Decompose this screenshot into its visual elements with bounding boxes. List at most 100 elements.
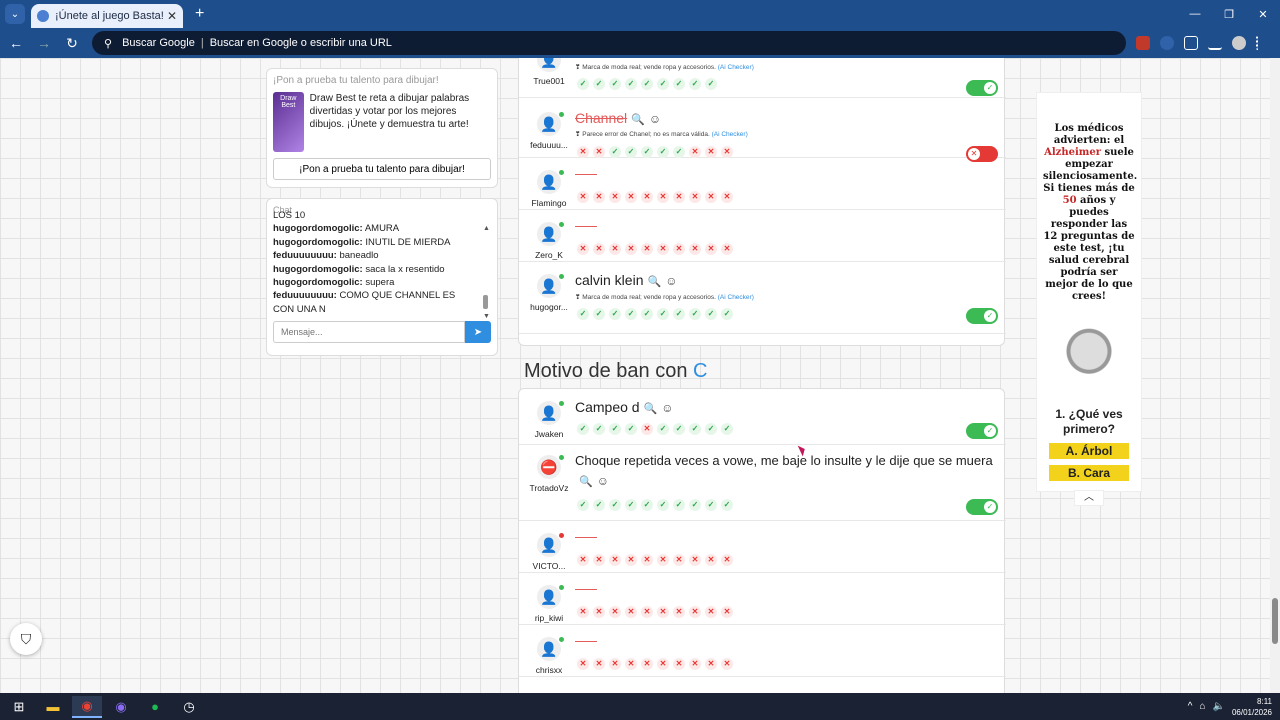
ai-checker-label: (Ai Checker) <box>717 294 754 301</box>
new-tab-button[interactable]: + <box>195 5 204 23</box>
minimize-icon[interactable]: — <box>1178 8 1212 21</box>
chat-message: hugogordomogolic: supera <box>273 276 477 289</box>
check-icon: ✓ <box>705 423 717 435</box>
search-icon[interactable]: 🔍 <box>631 114 645 126</box>
extension-icon[interactable] <box>1160 36 1174 50</box>
emoji-react-icon[interactable]: ☺ <box>649 112 661 126</box>
file-explorer-icon[interactable]: ▬ <box>38 696 68 718</box>
search-icon[interactable]: 🔍 <box>579 476 593 488</box>
check-icon: ✓ <box>705 499 717 511</box>
chrome-profile-icon[interactable]: ◉ <box>106 696 136 718</box>
windows-start-icon[interactable]: ⊞ <box>4 696 34 718</box>
page-scrollbar[interactable] <box>1270 58 1280 693</box>
back-icon[interactable]: ← <box>4 35 28 51</box>
forward-icon[interactable]: → <box>32 35 56 51</box>
check-icon: ✓ <box>593 423 605 435</box>
cross-icon: ✕ <box>625 243 637 255</box>
chevron-up-icon[interactable]: ︿ <box>1074 490 1104 506</box>
emoji-react-icon[interactable]: ☺ <box>661 401 673 415</box>
promo-image[interactable]: Draw Best <box>273 92 304 152</box>
validity-toggle[interactable]: ✓ <box>966 308 998 324</box>
cross-icon: ✕ <box>641 554 653 566</box>
cross-icon: ✕ <box>593 146 605 158</box>
media-icon[interactable] <box>1208 36 1222 50</box>
answer-word: Choque repetida veces a vowe, me baje lo… <box>575 451 995 492</box>
validity-toggle[interactable]: ✓ <box>966 80 998 96</box>
close-window-icon[interactable]: ✕ <box>1246 8 1280 21</box>
search-icon[interactable]: 🔍 <box>647 276 661 288</box>
volume-icon[interactable]: 🔈 <box>1213 701 1225 712</box>
player[interactable]: 👤 rip_kiwi <box>523 585 575 623</box>
cross-icon: ✕ <box>641 658 653 670</box>
ad-option-a[interactable]: A. Árbol <box>1049 443 1129 459</box>
answer-text: Campeo d <box>575 399 640 415</box>
chevron-up-icon[interactable]: ^ <box>1188 701 1193 712</box>
check-icon: ✓ <box>984 82 996 94</box>
check-icon: ✓ <box>577 78 589 90</box>
scroll-up-icon[interactable]: ▲ <box>483 225 490 232</box>
app-icon[interactable]: ◷ <box>174 696 204 718</box>
vote-list: ✕ ✕ ✕ ✕ ✕ ✕ ✕ ✕ ✕ ✕ <box>577 191 733 203</box>
check-icon: ✓ <box>984 310 996 322</box>
omnibox[interactable]: ⚲ Buscar Google | Buscar en Google o esc… <box>92 31 1126 55</box>
status-dot <box>559 637 564 642</box>
advertisement[interactable]: Los médicos advierten: el Alzheimer suel… <box>1036 92 1142 492</box>
scroll-down-icon[interactable]: ▼ <box>483 313 490 320</box>
shield-icon[interactable]: ⛉ <box>10 623 42 655</box>
ai-checker-note: ❣ Marca de moda real; vende ropa y acces… <box>575 293 754 301</box>
chrome-icon[interactable]: ◉ <box>72 695 102 718</box>
cross-icon: ✕ <box>721 243 733 255</box>
chat-username: hugogordomogolic: <box>273 263 363 275</box>
restore-icon[interactable]: ❐ <box>1212 8 1246 21</box>
clock-time: 8:11 <box>1257 696 1272 706</box>
promo-description: Draw Best te reta a dibujar palabras div… <box>309 93 470 130</box>
kebab-menu-icon[interactable] <box>1256 36 1260 50</box>
tab-search-button[interactable]: ⌄ <box>5 4 25 24</box>
extension-icon[interactable] <box>1136 36 1150 50</box>
player[interactable]: 👤 feduuuu... <box>523 112 575 150</box>
network-icon[interactable]: ⌂ <box>1199 701 1205 712</box>
emoji-react-icon[interactable]: ☺ <box>665 274 677 288</box>
check-icon: ✓ <box>577 423 589 435</box>
emoji-react-icon[interactable]: ☺ <box>597 474 609 488</box>
chat-log[interactable]: LOS 10 hugogordomogolic: AMURA hugogordomo… <box>273 209 491 317</box>
player[interactable]: 👤 Flamingo <box>523 170 575 208</box>
chat-message-input[interactable] <box>273 321 465 343</box>
profile-avatar[interactable] <box>1232 36 1246 50</box>
player-name: Zero_K <box>535 250 563 260</box>
answers-list: 👤 Jwaken Campeo d 🔍 ☺ ✓ ✓ ✓ ✓ ✕ ✓ ✓ ✓ ✓ ✓ ✓ ⛔ TrotadoVz Ch… <box>518 388 1006 693</box>
scroll-thumb[interactable] <box>483 295 488 309</box>
check-icon: ✓ <box>577 308 589 320</box>
answer-word: Channel 🔍 ☺ <box>575 110 661 126</box>
extension-icons <box>1136 36 1260 50</box>
cross-icon: ✕ <box>657 554 669 566</box>
player[interactable]: ⛔ TrotadoVz <box>523 455 575 493</box>
puzzle-icon[interactable] <box>1184 36 1198 50</box>
chat-text: AMURA <box>362 223 400 235</box>
player[interactable]: 👤 hugogor... <box>523 274 575 312</box>
browser-tab[interactable]: ¡Únete al juego Basta! ✕ <box>31 4 183 28</box>
chat-scrollbar[interactable]: ▲ ▼ <box>483 225 490 325</box>
check-icon: ✓ <box>657 499 669 511</box>
vote-list: ✕ ✕ ✓ ✓ ✓ ✓ ✓ ✕ ✕ ✕ <box>577 146 733 158</box>
player[interactable]: 👤 True001 <box>523 58 575 86</box>
spotify-icon[interactable]: ● <box>140 696 170 718</box>
check-icon: ✓ <box>689 78 701 90</box>
clock[interactable]: 8:11 06/01/2026 <box>1232 696 1272 718</box>
player[interactable]: 👤 Jwaken <box>523 401 575 439</box>
validity-toggle[interactable]: ✓ <box>966 423 998 439</box>
search-icon[interactable]: 🔍 <box>644 403 658 415</box>
cross-icon: ✕ <box>689 191 701 203</box>
ad-option-b[interactable]: B. Cara <box>1049 465 1129 481</box>
player[interactable]: 👤 Zero_K <box>523 222 575 260</box>
tab-close-icon[interactable]: ✕ <box>167 9 177 23</box>
promo-button[interactable]: ¡Pon a prueba tu talento para dibujar! <box>273 158 491 180</box>
player[interactable]: 👤 VICTO... <box>523 533 575 571</box>
tab-strip: ⌄ ¡Únete al juego Basta! ✕ + — ❐ ✕ <box>0 0 1280 28</box>
player[interactable]: 👤 chrisxx <box>523 637 575 675</box>
validity-toggle[interactable]: ✓ <box>966 499 998 515</box>
chat-text: supera <box>362 277 395 289</box>
scroll-thumb[interactable] <box>1272 598 1278 644</box>
reload-icon[interactable]: ↻ <box>60 35 84 52</box>
check-icon: ✓ <box>593 499 605 511</box>
